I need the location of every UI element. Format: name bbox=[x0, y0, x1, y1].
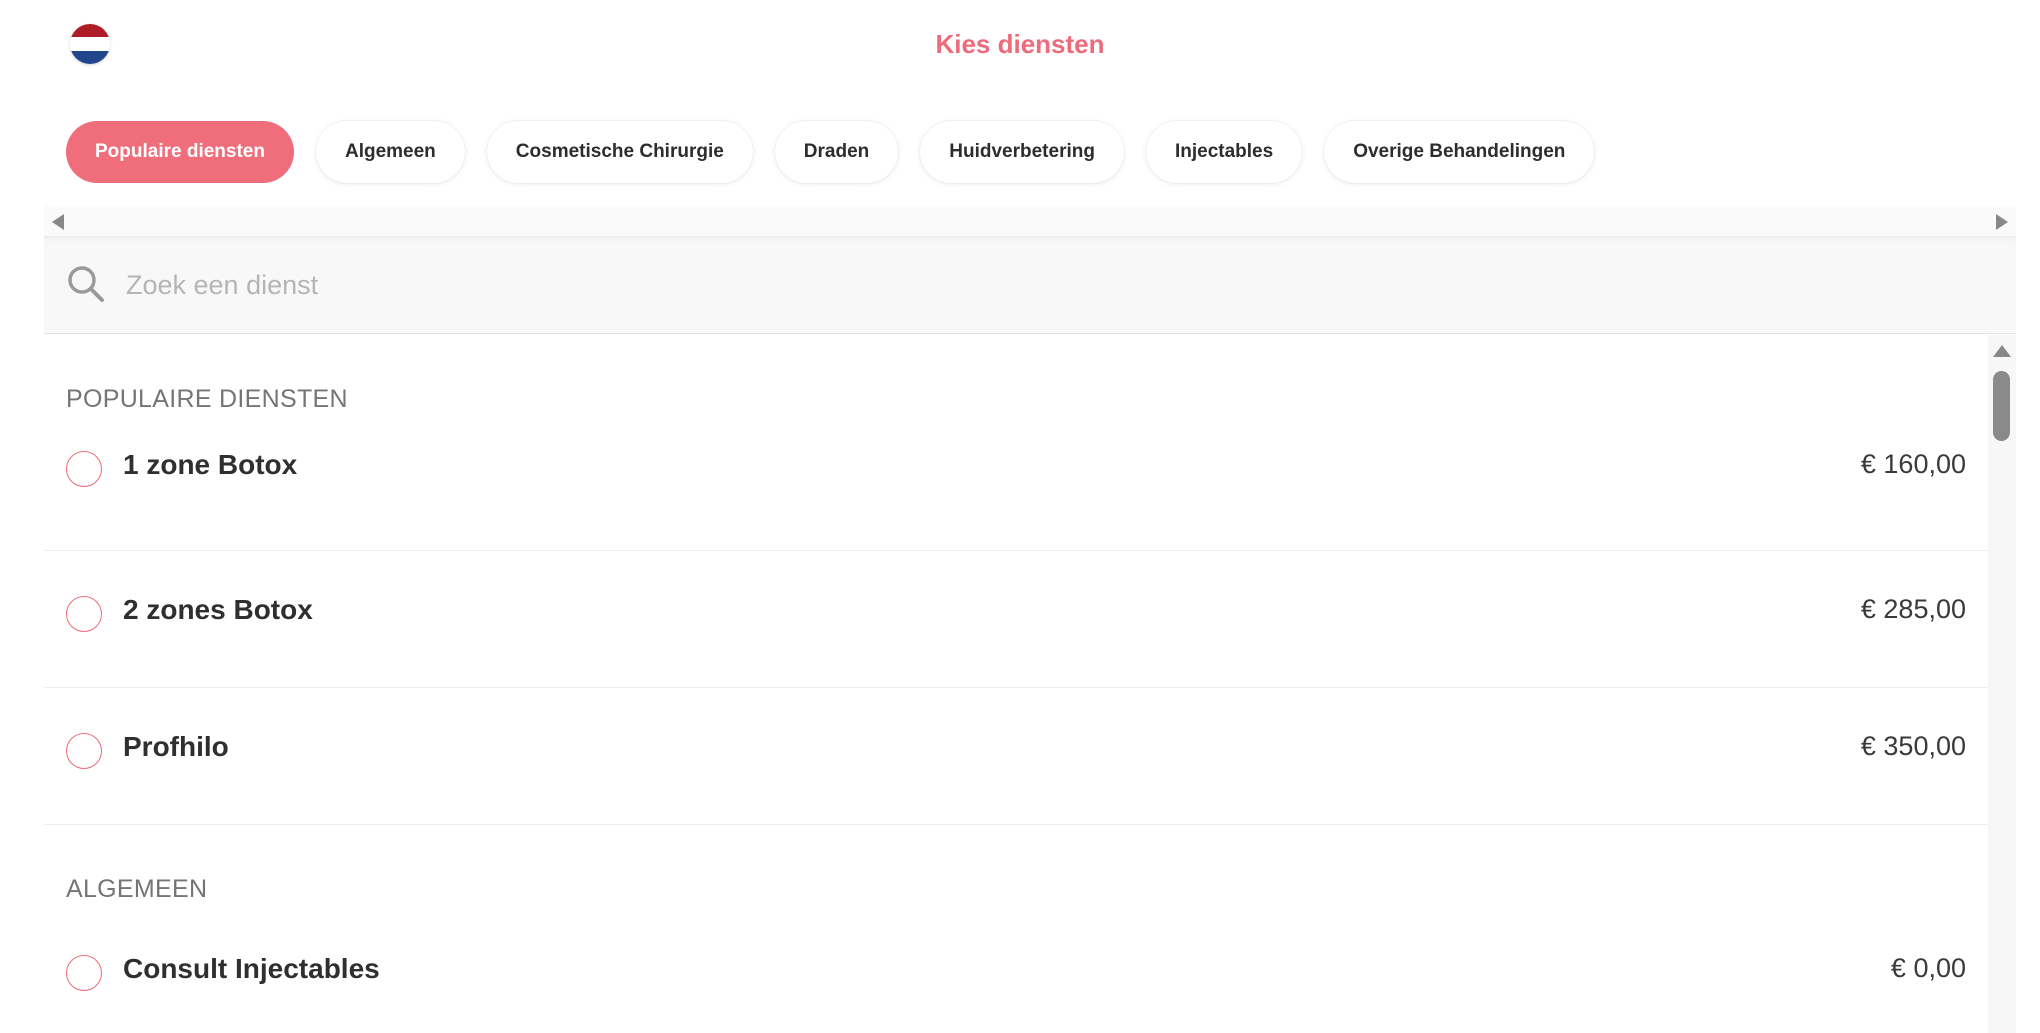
scroll-left-arrow-icon[interactable] bbox=[52, 214, 64, 230]
tab-draden[interactable]: Draden bbox=[774, 121, 899, 183]
scrollbar-thumb[interactable] bbox=[1993, 371, 2010, 441]
tab-overige-behandelingen[interactable]: Overige Behandelingen bbox=[1324, 121, 1595, 183]
section-header-populaire-diensten: POPULAIRE DIENSTEN bbox=[66, 385, 348, 413]
service-name: Profhilo bbox=[123, 731, 229, 762]
tab-injectables[interactable]: Injectables bbox=[1145, 121, 1303, 183]
search-bar bbox=[44, 236, 2016, 334]
service-name: Consult Injectables bbox=[123, 953, 380, 984]
tabs-horizontal-scrollbar[interactable] bbox=[44, 206, 2016, 236]
service-row[interactable]: 2 zones Botox € 285,00 bbox=[44, 551, 1988, 688]
section-header-algemeen: ALGEMEEN bbox=[66, 875, 208, 903]
service-picker-page: Kies diensten Populaire diensten Algemee… bbox=[0, 0, 2040, 1033]
service-name: 1 zone Botox bbox=[123, 449, 298, 480]
service-row[interactable]: Consult Injectables € 0,00 bbox=[44, 925, 1988, 1033]
service-list: POPULAIRE DIENSTEN 1 zone Botox € 160,00… bbox=[44, 335, 1988, 1033]
page-title: Kies diensten bbox=[935, 29, 1105, 59]
service-price: € 0,00 bbox=[1890, 953, 1966, 983]
search-input[interactable] bbox=[126, 260, 1826, 310]
service-price: € 285,00 bbox=[1860, 594, 1966, 624]
scroll-up-arrow-icon[interactable] bbox=[1993, 345, 2011, 357]
service-radio[interactable] bbox=[66, 451, 102, 487]
service-price: € 160,00 bbox=[1860, 449, 1966, 479]
service-radio[interactable] bbox=[66, 596, 102, 632]
service-row[interactable]: 1 zone Botox € 160,00 bbox=[44, 421, 1988, 551]
service-row[interactable]: Profhilo € 350,00 bbox=[44, 688, 1988, 825]
service-name: 2 zones Botox bbox=[123, 594, 313, 625]
service-radio[interactable] bbox=[66, 733, 102, 769]
tab-huidverbetering[interactable]: Huidverbetering bbox=[920, 121, 1124, 183]
category-tabs: Populaire diensten Algemeen Cosmetische … bbox=[66, 121, 1595, 183]
search-icon bbox=[68, 266, 104, 302]
tab-cosmetische-chirurgie[interactable]: Cosmetische Chirurgie bbox=[486, 121, 753, 183]
tab-populaire-diensten[interactable]: Populaire diensten bbox=[66, 121, 294, 183]
tab-algemeen[interactable]: Algemeen bbox=[315, 121, 465, 183]
service-price: € 350,00 bbox=[1860, 731, 1966, 761]
list-vertical-scrollbar[interactable] bbox=[1988, 335, 2016, 1033]
service-radio[interactable] bbox=[66, 955, 102, 991]
scroll-right-arrow-icon[interactable] bbox=[1996, 214, 2008, 230]
